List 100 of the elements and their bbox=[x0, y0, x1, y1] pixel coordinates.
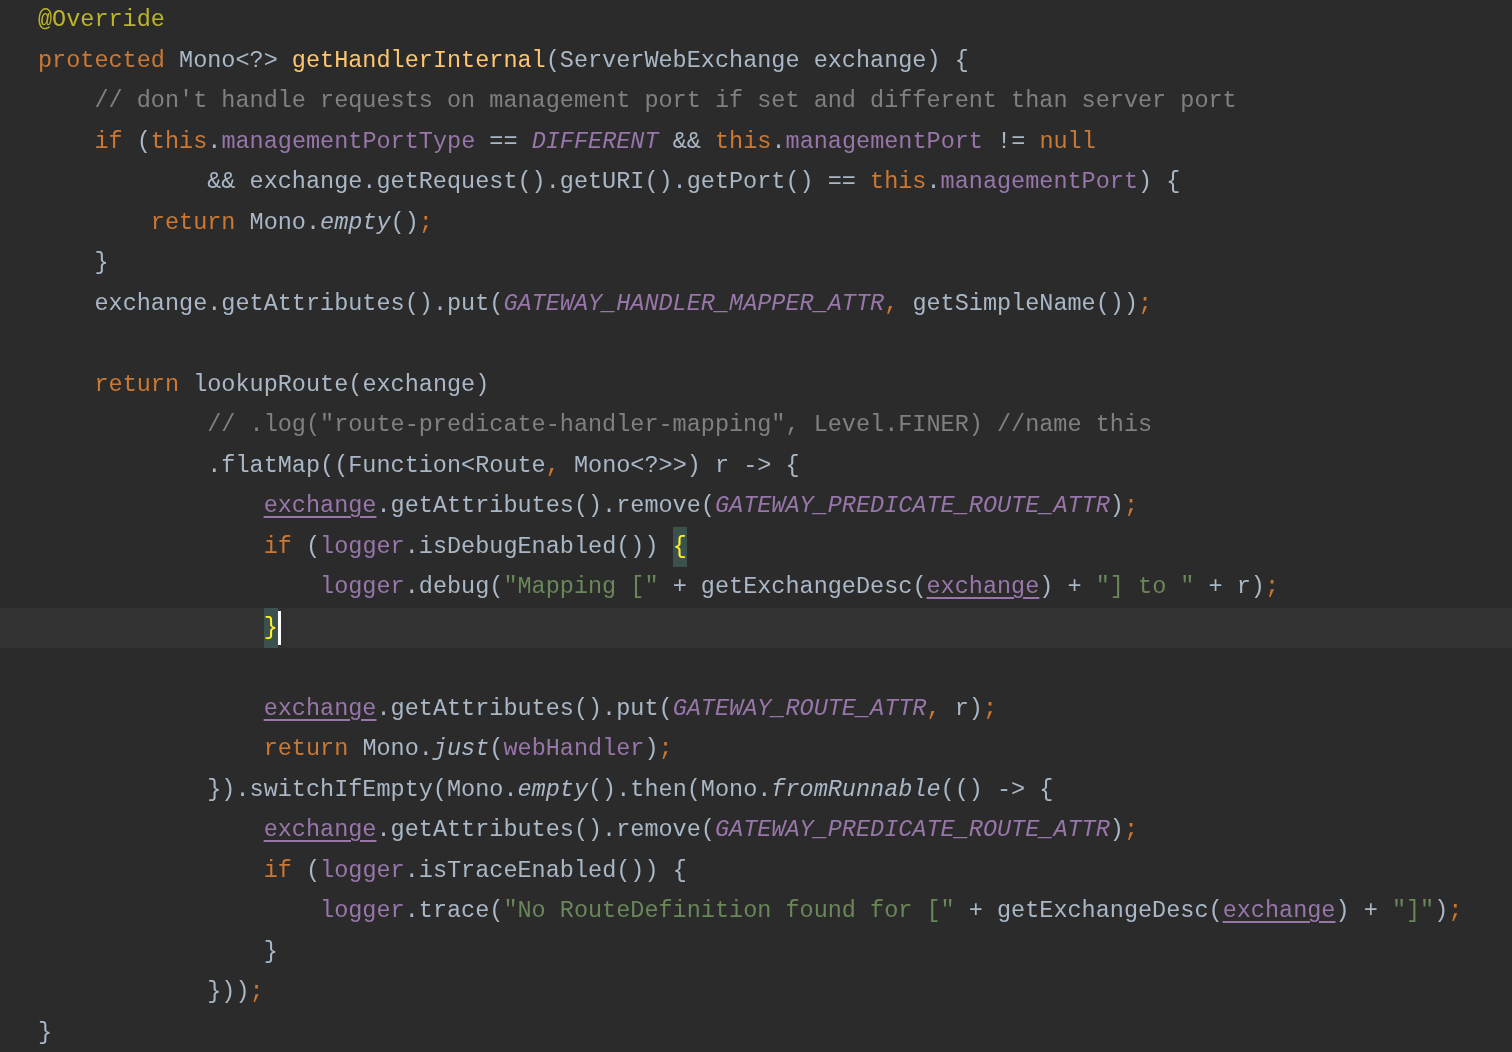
static-method-call: fromRunnable bbox=[771, 774, 941, 805]
code-text: ) bbox=[1434, 896, 1449, 926]
matched-brace: { bbox=[672, 526, 687, 567]
captured-variable: exchange bbox=[263, 815, 377, 845]
keyword: ; bbox=[249, 977, 264, 1007]
code-text: ) + bbox=[1335, 896, 1379, 926]
keyword: return bbox=[94, 369, 180, 400]
code-text: ) bbox=[1109, 491, 1124, 521]
constant-name: GATEWAY_ROUTE_ATTR bbox=[672, 693, 927, 724]
static-method-call: empty bbox=[320, 207, 391, 238]
field-name: logger bbox=[320, 531, 405, 562]
captured-variable: exchange bbox=[263, 491, 377, 521]
keyword: ; bbox=[1138, 288, 1153, 319]
keyword: protected bbox=[38, 45, 165, 76]
keyword: ; bbox=[1123, 815, 1139, 845]
keyword: ; bbox=[1448, 896, 1463, 926]
keyword: ; bbox=[418, 207, 433, 238]
code-text: . bbox=[771, 126, 786, 157]
code-text: .trace( bbox=[404, 896, 504, 926]
constant-name: GATEWAY_HANDLER_MAPPER_ATTR bbox=[503, 288, 885, 319]
keyword: return bbox=[150, 207, 236, 238]
matched-brace: } bbox=[263, 607, 278, 648]
keyword: , bbox=[926, 693, 941, 724]
code-text: .flatMap((Function<Route bbox=[207, 450, 546, 481]
field-name: managementPort bbox=[785, 126, 983, 157]
code-text: .getAttributes().remove( bbox=[376, 491, 715, 521]
static-method-call: just bbox=[432, 734, 490, 764]
code-text: })) bbox=[207, 977, 250, 1007]
code-text: . bbox=[926, 167, 941, 197]
code-text: == bbox=[489, 126, 519, 157]
code-text: + getExchangeDesc( bbox=[672, 572, 927, 602]
static-method-call: empty bbox=[517, 774, 588, 805]
code-text: }).switchIfEmpty(Mono. bbox=[207, 774, 518, 805]
code-text: Mono. bbox=[362, 734, 433, 764]
annotation: @Override bbox=[38, 5, 165, 35]
code-text: ( bbox=[489, 734, 504, 764]
code-text: } bbox=[94, 248, 109, 278]
keyword: null bbox=[1039, 126, 1096, 157]
code-text: r) bbox=[954, 693, 983, 724]
string-literal: "No RouteDefinition found for [" bbox=[503, 896, 955, 926]
keyword: ; bbox=[982, 693, 997, 724]
code-text: && bbox=[672, 126, 702, 157]
comment: // don't handle requests on management port if set and different than server port bbox=[94, 86, 1237, 116]
code-text: () bbox=[390, 207, 419, 238]
code-text: exchange.getAttributes().put( bbox=[94, 288, 504, 319]
code-text: ) bbox=[1109, 815, 1124, 845]
text-cursor bbox=[277, 610, 281, 645]
code-text: ( bbox=[305, 855, 321, 886]
keyword: if bbox=[94, 126, 123, 157]
keyword: ; bbox=[658, 734, 673, 764]
field-name: logger bbox=[320, 572, 405, 602]
code-text: .isDebugEnabled()) bbox=[404, 531, 660, 562]
code-text: .getAttributes().remove( bbox=[376, 815, 715, 845]
constant-name: DIFFERENT bbox=[531, 126, 659, 157]
code-text: && exchange.getRequest().getURI().getPort() == bbox=[207, 167, 857, 197]
code-text: .debug( bbox=[404, 572, 504, 602]
code-text: getSimpleName()) bbox=[912, 288, 1138, 319]
code-text: ) + bbox=[1039, 572, 1083, 602]
field-name: logger bbox=[320, 855, 405, 886]
captured-variable: exchange bbox=[926, 572, 1040, 602]
field-name: managementPort bbox=[940, 167, 1138, 197]
constant-name: GATEWAY_PREDICATE_ROUTE_ATTR bbox=[714, 815, 1110, 845]
string-literal: "] to " bbox=[1095, 572, 1195, 602]
field-name: webHandler bbox=[503, 734, 645, 764]
code-text: (ServerWebExchange exchange) { bbox=[545, 45, 969, 76]
code-text: Mono<?> bbox=[179, 45, 279, 76]
code-text: + r) bbox=[1208, 572, 1265, 602]
keyword: if bbox=[263, 531, 292, 562]
code-text: . bbox=[207, 126, 222, 157]
code-text: Mono<?>>) r -> { bbox=[573, 450, 800, 481]
code-text: .getAttributes().put( bbox=[376, 693, 673, 724]
captured-variable: exchange bbox=[1222, 896, 1336, 926]
method-name: getHandlerInternal bbox=[291, 45, 546, 76]
code-text: } bbox=[263, 936, 278, 967]
string-literal: "]" bbox=[1391, 896, 1435, 926]
comment: // .log("route-predicate-handler-mapping", Level.FINER) //name this bbox=[207, 410, 1153, 440]
keyword: this bbox=[870, 167, 927, 197]
keyword: if bbox=[263, 855, 292, 886]
code-text: ().then(Mono. bbox=[588, 774, 772, 805]
code-text: ( bbox=[305, 531, 321, 562]
code-text: .isTraceEnabled()) { bbox=[404, 855, 687, 886]
code-text: (() -> { bbox=[940, 774, 1054, 805]
code-text: != bbox=[997, 126, 1027, 157]
field-name: logger bbox=[320, 896, 405, 926]
code-text: } bbox=[38, 1017, 53, 1048]
code-text: lookupRoute(exchange) bbox=[193, 369, 490, 400]
string-literal: "Mapping [" bbox=[503, 572, 659, 602]
code-text: Mono. bbox=[249, 207, 321, 238]
constant-name: GATEWAY_PREDICATE_ROUTE_ATTR bbox=[714, 491, 1110, 521]
field-name: managementPortType bbox=[221, 126, 476, 157]
keyword: , bbox=[545, 450, 560, 481]
keyword: this bbox=[150, 126, 208, 157]
keyword: ; bbox=[1123, 491, 1139, 521]
code-text: ( bbox=[136, 126, 151, 157]
captured-variable: exchange bbox=[263, 693, 377, 724]
keyword: ; bbox=[1265, 572, 1280, 602]
code-text: ) { bbox=[1138, 167, 1181, 197]
code-text: ) bbox=[644, 734, 659, 764]
keyword: , bbox=[884, 288, 899, 319]
keyword: this bbox=[715, 126, 772, 157]
